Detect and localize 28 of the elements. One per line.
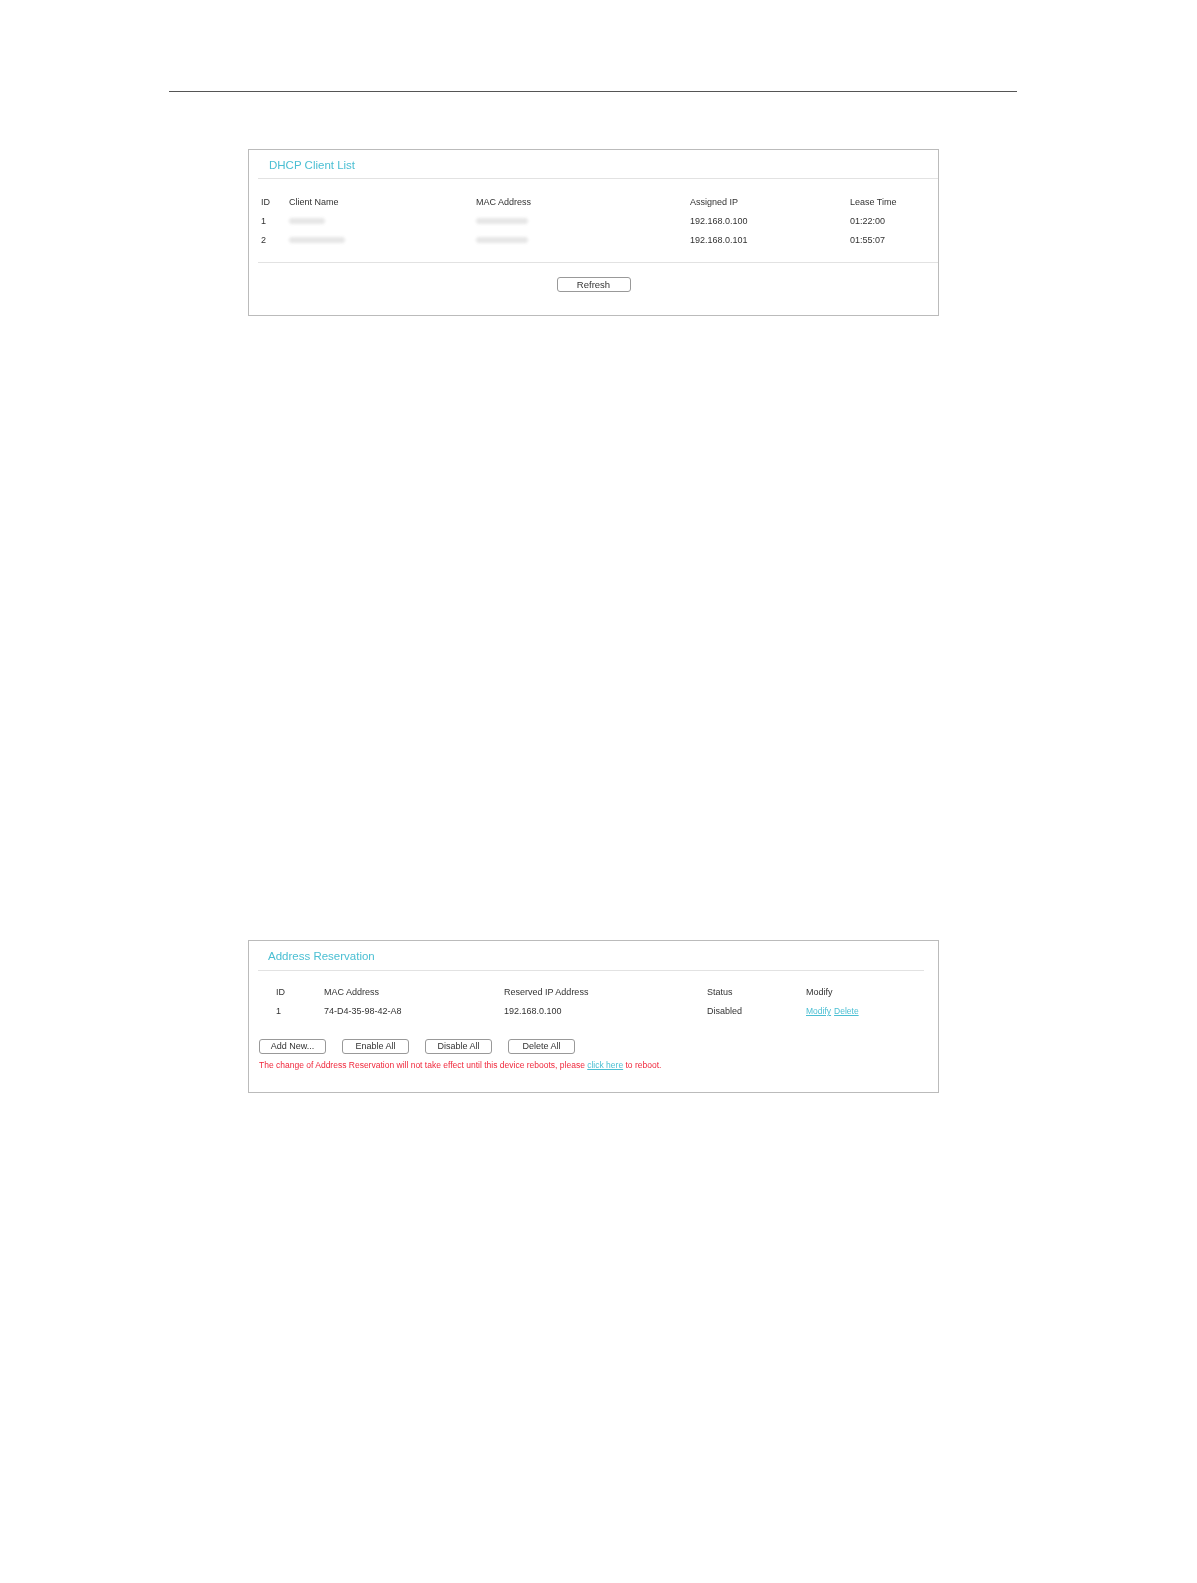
column-header: Client Name [289, 197, 340, 208]
column-header: Reserved IP Address [504, 987, 590, 998]
table-cell-text: 192.168.0.101 [690, 235, 749, 246]
column-header: MAC Address [324, 987, 381, 998]
table-cell-text: 01:55:07 [850, 235, 887, 246]
refresh-button[interactable]: Refresh [556, 277, 631, 292]
table-cell-text: 2 [261, 235, 267, 246]
table-cell-text: 1 [261, 216, 267, 227]
table-cell-text: 192.168.0.100 [504, 1006, 563, 1017]
table-cell-text: Disabled [707, 1006, 744, 1017]
column-header: ID [261, 197, 271, 208]
enable-all-button[interactable]: Enable All [342, 1039, 409, 1054]
column-header: Status [707, 987, 734, 998]
column-header: Assigned IP [690, 197, 740, 208]
column-header: MAC Address [476, 197, 533, 208]
delete-all-button[interactable]: Delete All [508, 1039, 575, 1054]
table-cell-text: 01:22:00 [850, 216, 887, 227]
column-header: Modify [806, 987, 834, 998]
warning-message: The change of Address Reservation will not take effect until this device reboots, please click here to reboot. [259, 1060, 663, 1070]
table-cell-text: 192.168.0.100 [690, 216, 749, 227]
panel-title: DHCP Client List [268, 158, 357, 173]
table-cell-text: 1 [276, 1006, 282, 1017]
disable-all-button[interactable]: Disable All [425, 1039, 492, 1054]
column-header: Lease Time [850, 197, 898, 208]
panel-title: Address Reservation [267, 949, 376, 964]
table-cell-text: 74-D4-35-98-42-A8 [324, 1006, 403, 1017]
add-new-button[interactable]: Add New... [259, 1039, 326, 1054]
column-header: ID [276, 987, 286, 998]
